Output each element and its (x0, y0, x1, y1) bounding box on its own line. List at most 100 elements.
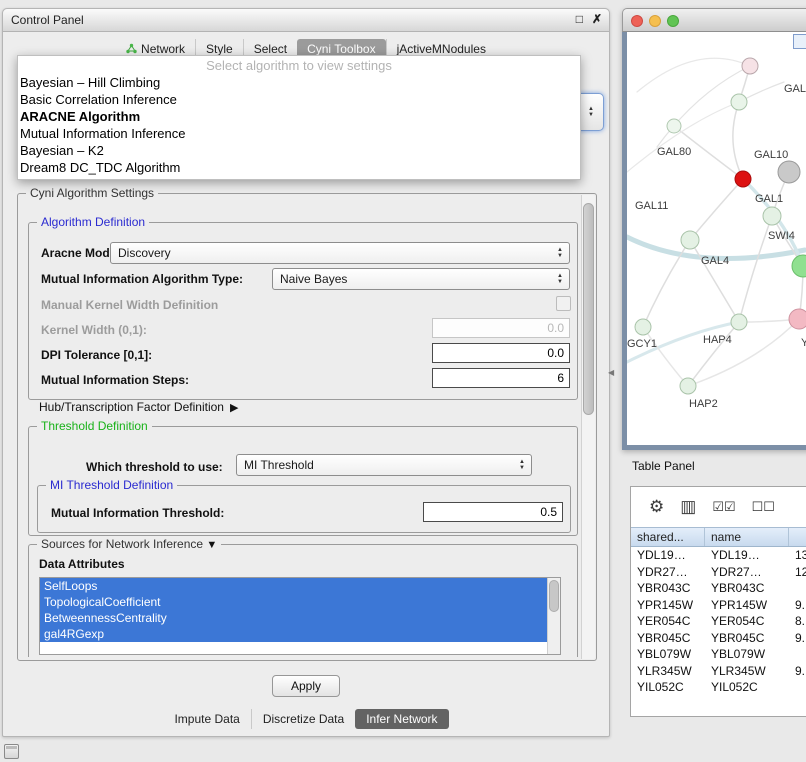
collapsed-panel-icon[interactable] (4, 744, 19, 759)
network-node[interactable] (667, 119, 681, 133)
table-cell: YPR145W (631, 597, 705, 614)
column-header[interactable]: shared... (631, 528, 705, 546)
spinner-arrows-icon: ▲▼ (554, 271, 566, 287)
table-panel: ⚙ ▥ ☑☑ ☐☐ shared...name YDL19…YDL19…13YD… (630, 486, 806, 717)
table-row[interactable]: YBR045CYBR045C9. (631, 630, 806, 647)
scrollbar-thumb[interactable] (583, 203, 594, 415)
sources-section-title[interactable]: Sources for Network Inference ▼ (37, 537, 221, 551)
apply-button[interactable]: Apply (272, 675, 340, 697)
tab-label: jActiveMNodules (397, 42, 486, 56)
minimize-traffic-light[interactable] (649, 15, 661, 27)
network-node[interactable] (792, 255, 806, 277)
algorithm-option-dream8-dc-tdc-algorithm[interactable]: Dream8 DC_TDC Algorithm (18, 159, 580, 176)
mi-type-select[interactable]: Naive Bayes ▲▼ (272, 268, 570, 290)
node-label: Y (801, 337, 806, 349)
attribute-items: SelfLoopsTopologicalCoefficientBetweenne… (40, 578, 560, 642)
algorithm-selector-fragment[interactable]: ▲ ▼ (578, 93, 604, 131)
close-traffic-light[interactable] (631, 15, 643, 27)
algorithm-option-bayesian-k2[interactable]: Bayesian – K2 (18, 142, 580, 159)
list-scrollbar[interactable] (547, 578, 560, 654)
table-row[interactable]: YBR043CYBR043C (631, 580, 806, 597)
network-edge[interactable] (690, 179, 743, 240)
network-edge[interactable] (690, 240, 739, 322)
node-label: GAL11 (635, 200, 668, 212)
hub-definition-section[interactable]: Hub/Transcription Factor Definition ▶ (39, 400, 238, 414)
which-threshold-select[interactable]: MI Threshold ▲▼ (236, 454, 532, 476)
network-edge[interactable] (627, 102, 739, 172)
table-cell: 9. (789, 597, 806, 614)
select-all-columns-icon[interactable]: ☑☑ (712, 499, 735, 515)
network-edge[interactable] (733, 102, 743, 179)
algorithm-option-aracne-algorithm[interactable]: ARACNE Algorithm (18, 108, 580, 125)
deselect-all-columns-icon[interactable]: ☐☐ (752, 499, 775, 515)
network-node[interactable] (763, 207, 781, 225)
network-node[interactable] (789, 309, 806, 329)
table-header-row: shared...name (631, 527, 806, 547)
table-row[interactable]: YDL19…YDL19…13 (631, 547, 806, 564)
algorithm-option-basic-correlation-inference[interactable]: Basic Correlation Inference (18, 91, 580, 108)
node-label: GAL (784, 83, 806, 95)
table-cell: YPR145W (705, 597, 789, 614)
table-row[interactable]: YBL079WYBL079W (631, 646, 806, 663)
float-window-icon[interactable]: □ (576, 12, 583, 26)
list-scrollbar-thumb[interactable] (549, 580, 559, 612)
table-row[interactable]: YPR145WYPR145W9. (631, 597, 806, 614)
table-cell: YLR345W (631, 663, 705, 680)
tab-label: Style (206, 42, 233, 56)
settings-scrollbar[interactable] (581, 195, 595, 659)
column-header[interactable]: name (705, 528, 789, 546)
table-row[interactable]: YER054CYER054C8. (631, 613, 806, 630)
attribute-item-gal4rgexp[interactable]: gal4RGexp (40, 626, 548, 642)
mi-steps-input[interactable] (432, 368, 570, 388)
attribute-item-topologicalcoefficient[interactable]: TopologicalCoefficient (40, 594, 548, 610)
data-attributes-list[interactable]: SelfLoopsTopologicalCoefficientBetweenne… (39, 577, 561, 655)
algorithm-option-mutual-information-inference[interactable]: Mutual Information Inference (18, 125, 580, 142)
bottom-tab-infer-network[interactable]: Infer Network (355, 709, 448, 729)
attribute-item-selfloops[interactable]: SelfLoops (40, 578, 548, 594)
network-node[interactable] (731, 94, 747, 110)
bottom-tab-discretize-data[interactable]: Discretize Data (251, 709, 355, 729)
network-canvas-area[interactable]: GALGAL80GAL10GAL11GAL1SWI4GAL4GCY1HAP4YH… (622, 32, 806, 450)
down-arrow-icon: ▼ (588, 112, 594, 118)
algorithm-option-bayesian-hill-climbing[interactable]: Bayesian – Hill Climbing (18, 74, 580, 91)
columns-icon[interactable]: ▥ (680, 497, 696, 517)
manual-kernel-checkbox (556, 296, 571, 311)
network-tab-icon (126, 43, 137, 54)
mi-threshold-group: MI Threshold Definition Mutual Informati… (37, 485, 571, 533)
network-edge[interactable] (643, 327, 688, 386)
bottom-tab-impute-data[interactable]: Impute Data (163, 709, 250, 729)
network-node[interactable] (681, 231, 699, 249)
network-node[interactable] (735, 171, 751, 187)
network-node[interactable] (731, 314, 747, 330)
table-row[interactable]: YLR345WYLR345W9. (631, 663, 806, 680)
which-threshold-value: MI Threshold (244, 458, 314, 472)
tab-label: Network (141, 42, 185, 56)
collapse-closed-icon[interactable]: ▶ (230, 401, 238, 414)
aracne-mode-select[interactable]: Discovery ▲▼ (110, 242, 570, 264)
network-node[interactable] (742, 58, 758, 74)
network-node[interactable] (778, 161, 800, 183)
table-cell (789, 679, 806, 696)
collapse-open-icon[interactable]: ▼ (206, 539, 217, 551)
attribute-item-betweennesscentrality[interactable]: BetweennessCentrality (40, 610, 548, 626)
control-panel-titlebar[interactable]: Control Panel □ ✗ (3, 9, 609, 32)
network-window-titlebar[interactable] (622, 8, 806, 32)
gear-icon[interactable]: ⚙ (649, 497, 664, 517)
table-cell: YIL052C (705, 679, 789, 696)
table-row[interactable]: YDR27…YDR27…12 (631, 564, 806, 581)
column-header[interactable] (789, 528, 806, 546)
network-canvas[interactable]: GALGAL80GAL10GAL11GAL1SWI4GAL4GCY1HAP4YH… (627, 32, 806, 445)
zoom-traffic-light[interactable] (667, 15, 679, 27)
network-node[interactable] (680, 378, 696, 394)
table-cell: YBR043C (631, 580, 705, 597)
overview-toggle[interactable] (793, 34, 806, 49)
close-icon[interactable]: ✗ (592, 12, 602, 26)
dpi-tolerance-input[interactable] (432, 343, 570, 363)
table-cell: YDR27… (631, 564, 705, 581)
bottom-tabs: Impute DataDiscretize DataInfer Network (3, 708, 609, 730)
network-node[interactable] (635, 319, 651, 335)
mi-threshold-input[interactable] (423, 502, 563, 522)
splitter-collapse-icon[interactable]: ◀ (608, 368, 614, 377)
table-row[interactable]: YIL052CYIL052C (631, 679, 806, 696)
node-label: GAL80 (657, 146, 691, 158)
